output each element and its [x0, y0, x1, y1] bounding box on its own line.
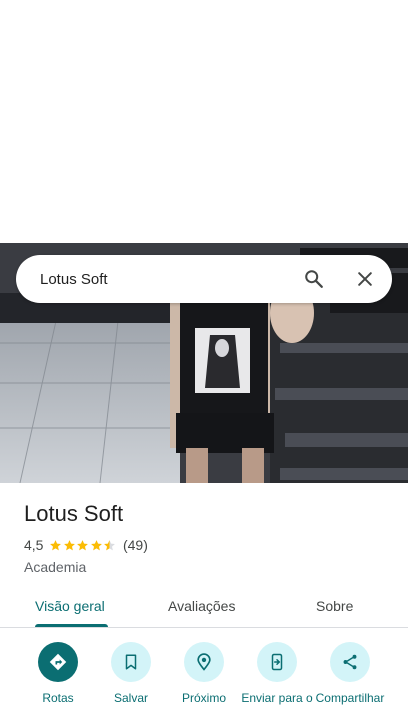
tab-indicator	[35, 624, 108, 627]
place-info: Lotus Soft 4,5 (49) Academia	[24, 500, 394, 576]
tab-bar: Visão geral Avaliações Sobre	[0, 584, 408, 628]
rating-row[interactable]: 4,5 (49)	[24, 536, 394, 554]
place-category: Academia	[24, 559, 87, 575]
close-icon[interactable]	[353, 267, 377, 291]
rating-value: 4,5	[24, 537, 44, 553]
tab-overview[interactable]: Visão geral	[35, 584, 105, 628]
star-icon	[91, 539, 102, 550]
send-to-phone-icon	[257, 642, 297, 682]
directions-icon	[38, 642, 78, 682]
rating-stars	[49, 539, 117, 552]
nearby-label: Próximo	[181, 691, 226, 705]
send-to-phone-button[interactable]: Enviar para o	[239, 642, 315, 705]
nearby-icon	[184, 642, 224, 682]
share-icon	[330, 642, 370, 682]
action-bar: Rotas Salvar Próximo Enviar para o Compa…	[0, 640, 408, 726]
send-to-phone-label: Enviar para o	[241, 691, 313, 705]
search-icon[interactable]	[302, 267, 326, 291]
search-input[interactable]: Lotus Soft	[40, 271, 392, 288]
review-count: (49)	[122, 537, 148, 553]
save-button[interactable]: Salvar	[93, 642, 169, 705]
directions-label: Rotas	[42, 691, 74, 705]
place-title: Lotus Soft	[24, 501, 124, 526]
star-icon	[64, 539, 75, 550]
tab-about[interactable]: Sobre	[316, 584, 353, 628]
directions-button[interactable]: Rotas	[20, 642, 96, 705]
share-button[interactable]: Compartilhar	[312, 642, 388, 705]
share-label: Compartilhar	[315, 691, 385, 705]
search-bar[interactable]: Lotus Soft	[16, 255, 392, 303]
star-icon	[50, 539, 62, 550]
tab-reviews[interactable]: Avaliações	[168, 584, 235, 628]
star-icon	[77, 539, 89, 550]
bookmark-icon	[111, 642, 151, 682]
map-area	[0, 0, 408, 243]
nearby-button[interactable]: Próximo	[166, 642, 242, 705]
save-label: Salvar	[113, 691, 148, 705]
star-icon	[104, 539, 116, 550]
